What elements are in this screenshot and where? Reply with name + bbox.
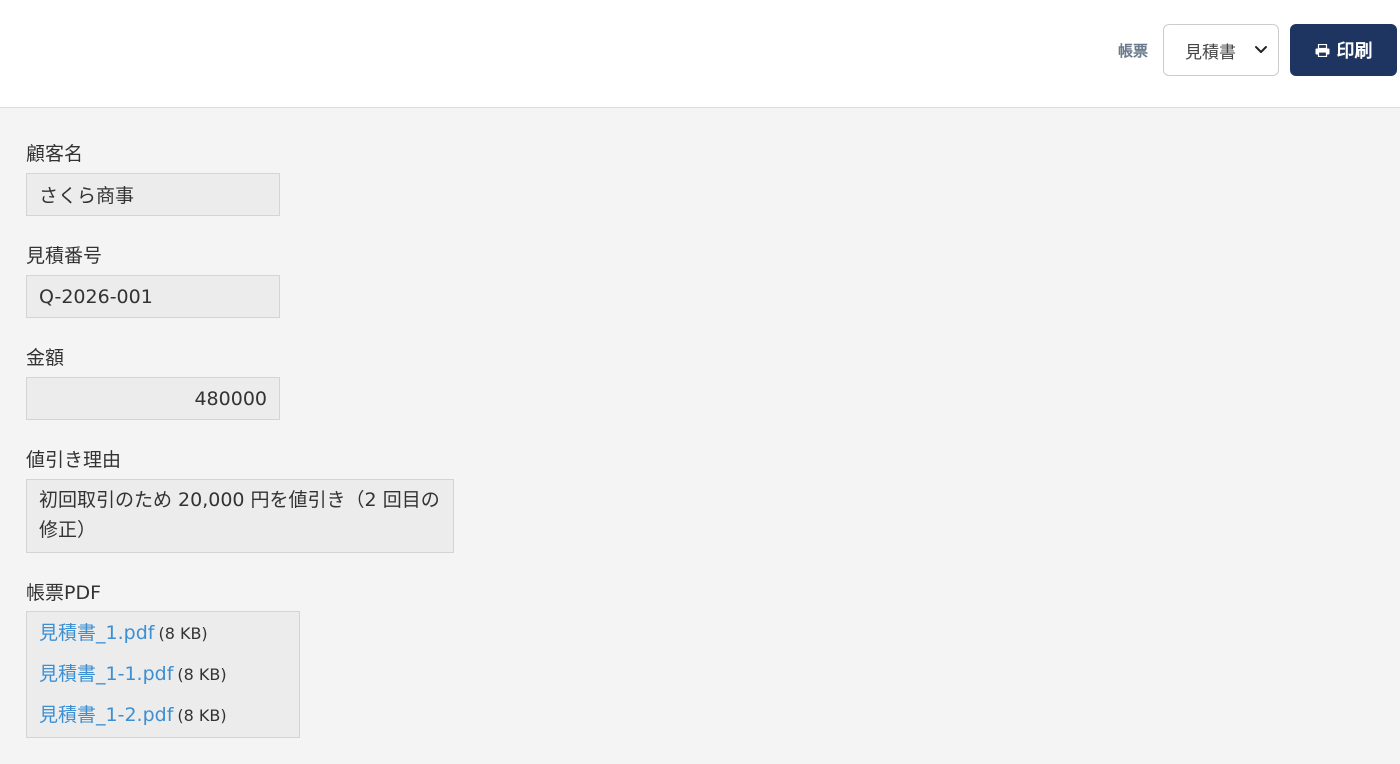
pdf-file-link[interactable]: 見積書_1.pdf <box>39 622 154 644</box>
chevron-down-icon <box>1255 46 1267 53</box>
customer-name-field: さくら商事 <box>26 173 280 216</box>
form-type-select[interactable]: 見積書 <box>1163 24 1279 76</box>
amount-field: 480000 <box>26 377 280 420</box>
form-type-selected-value: 見積書 <box>1185 42 1236 63</box>
quote-number-value: Q-2026-001 <box>39 285 153 308</box>
list-item: 見積書_1-2.pdf (8 KB) <box>39 700 287 741</box>
discount-reason-label: 値引き理由 <box>26 449 122 471</box>
form-type-label: 帳票 <box>1118 42 1149 60</box>
discount-reason-field: 初回取引のため 20,000 円を値引き（2 回目の修正） <box>26 479 454 553</box>
quote-number-label: 見積番号 <box>26 245 103 267</box>
pdf-file-link[interactable]: 見積書_1-1.pdf <box>39 663 173 685</box>
amount-value: 480000 <box>194 387 267 410</box>
pdf-file-link[interactable]: 見積書_1-2.pdf <box>39 704 173 726</box>
amount-label: 金額 <box>26 347 65 369</box>
list-item: 見積書_1.pdf (8 KB) <box>39 618 287 659</box>
printer-icon <box>1315 43 1329 57</box>
list-item: 見積書_1-1.pdf (8 KB) <box>39 659 287 700</box>
pdf-file-list: 見積書_1.pdf (8 KB) 見積書_1-1.pdf (8 KB) 見積書_1-… <box>26 611 300 738</box>
file-size: (8 KB) <box>177 706 227 725</box>
file-size: (8 KB) <box>158 624 208 643</box>
top-toolbar: 帳票 見積書 印刷 <box>0 0 1400 108</box>
pdf-label: 帳票PDF <box>26 582 102 604</box>
discount-reason-value: 初回取引のため 20,000 円を値引き（2 回目の修正） <box>39 489 440 541</box>
customer-name-value: さくら商事 <box>39 185 135 207</box>
print-button-label: 印刷 <box>1336 41 1373 62</box>
print-button[interactable]: 印刷 <box>1290 24 1397 76</box>
quote-number-field: Q-2026-001 <box>26 275 280 318</box>
file-size: (8 KB) <box>177 665 227 684</box>
customer-name-label: 顧客名 <box>26 143 84 165</box>
